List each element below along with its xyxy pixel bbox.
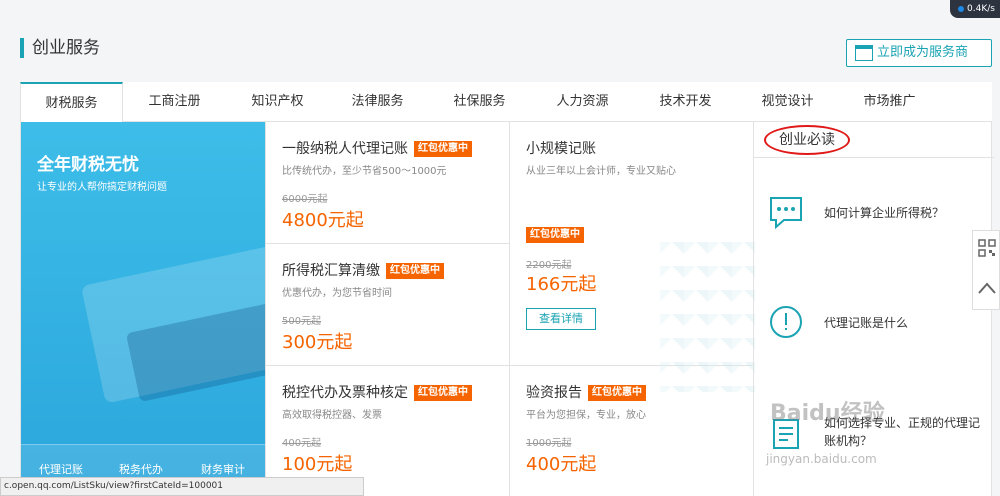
speed-dot-icon	[958, 5, 964, 12]
category-tabs: 财税服务 工商注册 知识产权 法律服务 社保服务 人力资源 技术开发 视觉设计 …	[20, 82, 992, 123]
current-price: 300元起	[282, 332, 353, 353]
tab-visual-design[interactable]: 视觉设计	[736, 82, 839, 122]
speed-text: 0.4K/s	[967, 4, 995, 14]
service-panel: 全年财税无忧 让专业的人帮你搞定财税问题 代理记账 税务代办 财务审计 一般纳税…	[20, 122, 994, 496]
current-price: 100元起	[282, 454, 353, 475]
current-price: 166元起	[526, 274, 597, 295]
product-desc: 优惠代办，为您节省时间	[282, 288, 392, 299]
current-price: 4800元起	[282, 210, 364, 231]
tab-tech-development[interactable]: 技术开发	[634, 82, 737, 122]
article-title: 代理记账是什么	[824, 316, 909, 330]
view-details-button[interactable]: 查看详情	[526, 308, 596, 330]
discount-badge: 红包优惠中	[414, 141, 472, 157]
exclamation-icon	[770, 306, 802, 338]
product-desc: 高效取得税控器、发票	[282, 410, 382, 421]
product-column-right: 小规模记账 从业三年以上会计师，专业又贴心 红包优惠中 2200元起 166元起…	[509, 122, 755, 496]
must-read-panel: 创业必读 如何计算企业所得税？ 代理记账是什么 如何选择专业、正规的代理记账机构…	[753, 122, 994, 496]
original-price: 400元起	[282, 438, 322, 449]
watermark-logo: Baidu经验	[770, 401, 885, 426]
product-name-row: 小规模记账	[526, 138, 596, 158]
original-price: 500元起	[282, 316, 322, 327]
banner-subtitle: 让专业的人帮你搞定财税问题	[37, 182, 167, 193]
tab-business-registration[interactable]: 工商注册	[123, 82, 226, 122]
banner-link-tax-agency[interactable]: 税务代办	[119, 461, 163, 477]
banner-link-bookkeeping[interactable]: 代理记账	[39, 461, 83, 477]
product-card[interactable]: 一般纳税人代理记账 红包优惠中 比传统代办，至少节省500～1000元 6000元…	[266, 122, 510, 244]
discount-badge: 红包优惠中	[386, 263, 444, 279]
top-bar: 0.4K/s	[0, 0, 1000, 22]
watermark-url: jingyan.baidu.com	[766, 452, 877, 466]
discount-badge-wrap: 红包优惠中	[526, 224, 584, 243]
promo-banner[interactable]: 全年财税无忧 让专业的人帮你搞定财税问题 代理记账 税务代办 财务审计	[21, 122, 265, 496]
must-read-title: 创业必读	[764, 125, 850, 155]
tab-marketing[interactable]: 市场推广	[838, 82, 941, 122]
original-price: 6000元起	[282, 194, 328, 205]
banner-title: 全年财税无忧	[37, 155, 139, 175]
tab-finance-tax[interactable]: 财税服务	[20, 82, 123, 123]
product-name: 所得税汇算清缴	[282, 263, 380, 279]
product-column-left: 一般纳税人代理记账 红包优惠中 比传统代办，至少节省500～1000元 6000元…	[265, 122, 510, 496]
product-desc: 平台为您担保，专业，放心	[526, 410, 646, 421]
product-name: 小规模记账	[526, 141, 596, 157]
tab-legal[interactable]: 法律服务	[326, 82, 429, 122]
tab-social-security[interactable]: 社保服务	[428, 82, 531, 122]
discount-badge: 红包优惠中	[414, 385, 472, 401]
section-title: 创业服务	[20, 38, 100, 58]
product-name-row: 所得税汇算清缴 红包优惠中	[282, 260, 444, 280]
become-provider-label: 立即成为服务商	[877, 45, 969, 60]
product-name-row: 验资报告 红包优惠中	[526, 382, 646, 402]
product-name-row: 一般纳税人代理记账 红包优惠中	[282, 138, 472, 158]
side-toolbar	[972, 230, 1000, 310]
qrcode-icon[interactable]	[978, 239, 996, 257]
current-price: 400元起	[526, 454, 597, 475]
become-provider-button[interactable]: 立即成为服务商	[846, 39, 992, 67]
shop-icon	[855, 45, 873, 61]
product-name: 验资报告	[526, 385, 582, 401]
product-name: 一般纳税人代理记账	[282, 141, 408, 157]
tab-intellectual-property[interactable]: 知识产权	[226, 82, 329, 122]
chat-icon	[770, 197, 802, 230]
product-name: 税控代办及票种核定	[282, 385, 408, 401]
discount-badge: 红包优惠中	[526, 226, 584, 243]
discount-badge: 红包优惠中	[588, 385, 646, 401]
tab-human-resources[interactable]: 人力资源	[531, 82, 634, 122]
product-desc: 从业三年以上会计师，专业又贴心	[526, 166, 676, 177]
banner-link-audit[interactable]: 财务审计	[201, 461, 245, 477]
status-bar-url: c.open.qq.com/ListSku/view?firstCateId=1…	[0, 477, 364, 496]
product-desc: 比传统代办，至少节省500～1000元	[282, 166, 447, 177]
product-card[interactable]: 验资报告 红包优惠中 平台为您担保，专业，放心 1000元起 400元起	[510, 366, 754, 496]
product-name-row: 税控代办及票种核定 红包优惠中	[282, 382, 472, 402]
article-item[interactable]: 代理记账是什么	[754, 272, 994, 382]
network-speed-indicator: 0.4K/s	[950, 0, 1000, 18]
product-card[interactable]: 小规模记账 从业三年以上会计师，专业又贴心 红包优惠中 2200元起 166元起…	[510, 122, 755, 392]
original-price: 1000元起	[526, 438, 572, 449]
article-item[interactable]: 如何计算企业所得税？	[754, 162, 994, 272]
back-to-top-icon[interactable]	[977, 281, 997, 295]
must-read-title-bar: 创业必读	[754, 122, 994, 158]
product-card[interactable]: 所得税汇算清缴 红包优惠中 优惠代办，为您节省时间 500元起 300元起	[266, 244, 510, 366]
original-price: 2200元起	[526, 260, 572, 271]
article-title: 如何计算企业所得税？	[824, 206, 945, 220]
